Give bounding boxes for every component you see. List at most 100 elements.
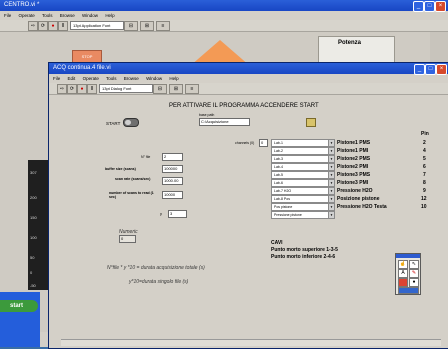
channel-dropdown-1-text: Lab-1 — [274, 141, 283, 145]
channel-dropdown-9[interactable]: Pos pistone ▼ — [271, 203, 335, 211]
front-close-icon[interactable]: × — [436, 64, 447, 75]
menu-browse[interactable]: Browse — [60, 13, 75, 18]
front-align-icon[interactable]: ⊟ — [153, 84, 167, 94]
front-run-continuous-icon[interactable]: ⟳ — [67, 84, 77, 94]
menu-window[interactable]: Window — [82, 13, 98, 18]
dropdown-arrow-icon[interactable]: ▼ — [328, 156, 334, 162]
axis-label-1: 307 — [30, 170, 37, 175]
buffer-label: buffer size (scans) — [105, 167, 136, 171]
front-menu-browse[interactable]: Browse — [124, 76, 139, 81]
dropdown-arrow-icon[interactable]: ▼ — [328, 164, 334, 170]
browse-folder-icon[interactable] — [306, 118, 316, 127]
channel-dropdown-3-text: Lab-3 — [274, 157, 283, 161]
color-tool-icon[interactable] — [398, 278, 408, 287]
potenza-label: Potenza — [338, 40, 362, 46]
position-tool-icon[interactable]: ⇖ — [409, 260, 419, 269]
front-menu-window[interactable]: Window — [146, 76, 162, 81]
menu-file[interactable]: File — [4, 13, 11, 18]
back-window-titlebar[interactable]: CENTRO.vi * _ □ × — [0, 0, 448, 12]
abort-icon[interactable]: ● — [48, 21, 58, 31]
front-menu-file[interactable]: File — [53, 76, 60, 81]
y-input[interactable]: 3 — [168, 210, 187, 218]
align-icon[interactable]: ⊟ — [124, 21, 138, 31]
channel-dropdown-7[interactable]: Lab-7 H2O ▼ — [271, 187, 335, 195]
font-selector[interactable]: 13pt Application Font — [70, 21, 124, 30]
front-menubar: File Edit Operate Tools Browse Window He… — [49, 75, 448, 82]
num-scans-input[interactable]: 10000 — [162, 191, 183, 199]
channel-dropdown-2-text: Lab-2 — [274, 149, 283, 153]
channels-input[interactable]: 0 — [259, 139, 268, 147]
minimize-icon[interactable]: _ — [413, 1, 424, 12]
menu-tools[interactable]: Tools — [42, 13, 53, 18]
scan-rate-label: scan rate (scans/sec) — [115, 177, 151, 181]
axis-label-5: 50 — [30, 255, 35, 260]
horizontal-scrollbar[interactable] — [61, 339, 441, 346]
dropdown-arrow-icon[interactable]: ▼ — [328, 196, 334, 202]
front-minimize-icon[interactable]: _ — [414, 64, 425, 75]
menu-help[interactable]: Help — [105, 13, 114, 18]
front-font-selector[interactable]: 13pt Dialog Font — [99, 84, 153, 93]
front-distribute-icon[interactable]: ⊞ — [169, 84, 183, 94]
back-menubar: File Operate Tools Browse Window Help — [0, 12, 448, 19]
channel-dropdown-10[interactable]: Pressione pistone ▼ — [271, 211, 335, 219]
front-abort-icon[interactable]: ● — [77, 84, 87, 94]
dropdown-arrow-icon[interactable]: ▼ — [328, 212, 334, 218]
start-button[interactable]: start — [0, 300, 38, 312]
probe-tool-icon[interactable]: ● — [409, 278, 419, 287]
dropdown-arrow-icon[interactable]: ▼ — [328, 172, 334, 178]
front-maximize-icon[interactable]: □ — [425, 64, 436, 75]
front-pause-icon[interactable]: II — [87, 84, 97, 94]
text-tool-icon[interactable]: A — [398, 269, 408, 278]
close-icon[interactable]: × — [435, 1, 446, 12]
channel-dropdown-4[interactable]: Lab-4 ▼ — [271, 163, 335, 171]
front-menu-operate[interactable]: Operate — [83, 76, 99, 81]
back-window-title: CENTRO.vi * — [4, 2, 40, 8]
distribute-icon[interactable]: ⊞ — [140, 21, 154, 31]
channel-dropdown-8[interactable]: Lab-8 Pos ▼ — [271, 195, 335, 203]
start-switch[interactable] — [123, 118, 139, 127]
palette-titlebar[interactable] — [396, 254, 420, 258]
front-window-titlebar[interactable]: ACQ continua.4 file.vi _ □ × — [49, 63, 448, 75]
front-run-arrow-icon[interactable]: ⇨ — [57, 84, 67, 94]
channel-dropdown-3[interactable]: Lab-3 ▼ — [271, 155, 335, 163]
base-path-input[interactable]: C:\Acquisizione — [199, 118, 250, 126]
brush-tool-icon[interactable] — [398, 287, 419, 294]
cavi-line-2: Punto morto inferiore 2-4-6 — [271, 254, 336, 260]
pause-icon[interactable]: II — [58, 21, 68, 31]
buffer-input[interactable]: 100000 — [162, 165, 183, 173]
numeric-output: 0 — [119, 235, 136, 243]
base-path-label: base path — [199, 113, 215, 117]
wire-tool-icon[interactable]: ✎ — [409, 269, 419, 278]
front-toolbar: ⇨ ⟳ ● II 13pt Dialog Font ⊟ ⊞ ≡ — [49, 83, 448, 95]
front-window: ACQ continua.4 file.vi _ □ × File Edit O… — [48, 62, 448, 349]
channel-dropdown-5-text: Lab-5 — [274, 173, 283, 177]
scan-rate-input[interactable]: 1000.00 — [162, 177, 183, 185]
dropdown-arrow-icon[interactable]: ▼ — [328, 204, 334, 210]
front-menu-help[interactable]: Help — [169, 76, 178, 81]
front-reorder-icon[interactable]: ≡ — [185, 84, 199, 94]
channel-dropdown-6[interactable]: Lab-6 ▼ — [271, 179, 335, 187]
dropdown-arrow-icon[interactable]: ▼ — [328, 148, 334, 154]
nfile-input[interactable]: 2 — [162, 153, 183, 161]
pin-9: 10 — [421, 204, 427, 210]
pistone-label-9: Pressione H2O Testa — [337, 204, 387, 210]
channel-dropdown-1[interactable]: Lab-1 ▼ — [271, 139, 335, 147]
pistone-label-1: Pistone1 PMS — [337, 140, 371, 146]
front-menu-edit[interactable]: Edit — [68, 76, 76, 81]
reorder-icon[interactable]: ≡ — [156, 21, 170, 31]
run-continuous-icon[interactable]: ⟳ — [38, 21, 48, 31]
maximize-icon[interactable]: □ — [424, 1, 435, 12]
dropdown-arrow-icon[interactable]: ▼ — [328, 140, 334, 146]
front-window-title: ACQ continua.4 file.vi — [53, 65, 111, 71]
dropdown-arrow-icon[interactable]: ▼ — [328, 180, 334, 186]
front-menu-tools[interactable]: Tools — [106, 76, 117, 81]
channel-dropdown-2[interactable]: Lab-2 ▼ — [271, 147, 335, 155]
menu-operate[interactable]: Operate — [19, 13, 35, 18]
run-arrow-icon[interactable]: ⇨ — [28, 21, 38, 31]
operate-tool-icon[interactable]: ☝ — [398, 260, 408, 269]
num-scans-label: number of scans to read (1 sec) — [109, 191, 154, 199]
channel-dropdown-5[interactable]: Lab-5 ▼ — [271, 171, 335, 179]
dropdown-arrow-icon[interactable]: ▼ — [328, 188, 334, 194]
channel-dropdown-7-text: Lab-7 H2O — [274, 189, 292, 193]
nfile-label: N° file — [141, 155, 151, 159]
